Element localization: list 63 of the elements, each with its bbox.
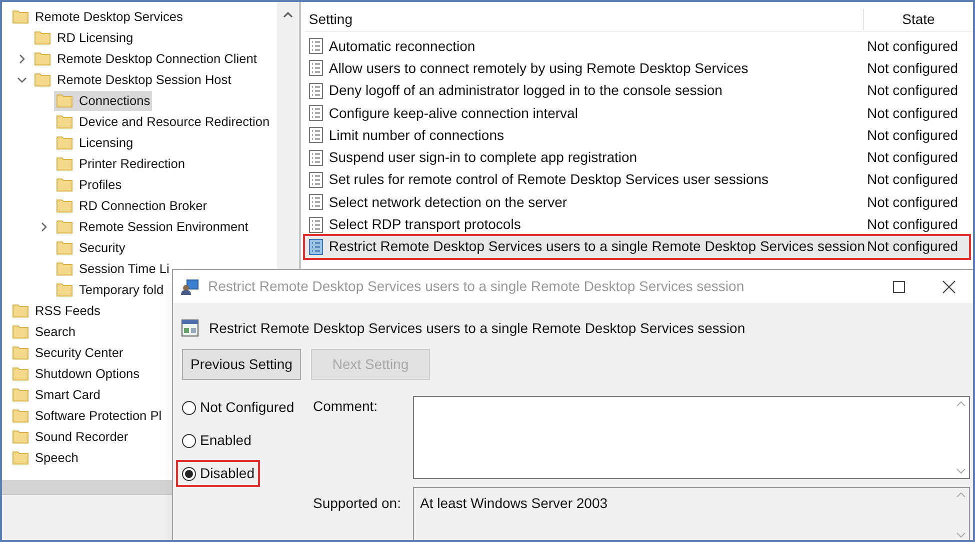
tree-item[interactable]: Shutdown Options <box>10 364 142 384</box>
setting-row[interactable]: Select network detection on the server Not configured <box>304 191 969 214</box>
tree-item[interactable]: Remote Desktop Services <box>10 6 185 26</box>
setting-name: Automatic reconnection <box>328 36 476 56</box>
setting-name: Allow users to connect remotely by using Remote Desktop Services <box>328 58 750 78</box>
dialog-title: Restrict Remote Desktop Services users to a single Remote Desktop Services session <box>208 277 746 296</box>
setting-state: Not configured <box>866 36 960 56</box>
radio-option[interactable]: Enabled <box>178 429 256 452</box>
setting-name: Select RDP transport protocols <box>328 215 522 234</box>
tree-item[interactable]: Licensing <box>54 132 136 152</box>
tree-item[interactable]: Remote Desktop Connection Client <box>32 48 259 68</box>
setting-row[interactable]: Set rules for remote control of Remote Desktop Services user sessions Not configured <box>304 168 969 192</box>
setting-row[interactable]: Suspend user sign-in to complete app registration Not configured <box>304 146 969 169</box>
setting-state: Not configured <box>866 148 960 168</box>
tree-item[interactable]: Remote Desktop Session Host <box>32 70 234 90</box>
setting-row[interactable]: Allow users to connect remotely by using Remote Desktop Services Not configured <box>304 57 969 80</box>
tree-item[interactable]: Printer Redirection <box>54 154 187 174</box>
setting-row[interactable]: Automatic reconnection Not configured <box>304 35 969 58</box>
setting-name: Select network detection on the server <box>328 192 568 212</box>
tree-item[interactable]: Remote Session Environment <box>54 216 250 236</box>
setting-name: Configure keep-alive connection interval <box>328 104 579 123</box>
tree-item[interactable]: Connections <box>54 90 152 110</box>
tree-item[interactable]: Sound Recorder <box>10 426 130 446</box>
setting-name: Suspend user sign-in to complete app registration <box>328 148 638 168</box>
policy-name: Restrict Remote Desktop Services users to a single Remote Desktop Services session <box>209 318 746 338</box>
setting-name: Restrict Remote Desktop Services users to a single Remote Desktop Services session <box>328 237 865 256</box>
setting-row[interactable]: Limit number of connections Not configured <box>304 124 969 146</box>
tree-item[interactable]: Profiles <box>54 174 124 194</box>
setting-state: Not configured <box>866 126 960 145</box>
tree-item[interactable]: RD Connection Broker <box>54 196 210 216</box>
setting-state: Not configured <box>866 237 960 256</box>
tree-item[interactable]: Speech <box>10 448 80 468</box>
tree-item[interactable]: Search <box>10 322 78 342</box>
setting-nav-button[interactable]: Previous Setting <box>182 349 301 380</box>
setting-row[interactable]: Deny logoff of an administrator logged in to the console session Not configured <box>304 80 969 102</box>
comment-label: Comment: <box>313 397 379 416</box>
column-header[interactable]: State <box>863 9 973 30</box>
tree-item[interactable]: RD Licensing <box>32 28 136 48</box>
radio-option[interactable]: Disabled <box>178 462 258 485</box>
radio-option[interactable]: Not Configured <box>178 396 298 419</box>
supported-on-value: At least Windows Server 2003 <box>419 494 609 513</box>
column-header[interactable]: Setting <box>304 9 863 30</box>
tree-item[interactable]: Security Center <box>10 342 126 362</box>
setting-row[interactable]: Select RDP transport protocols Not configured <box>304 213 969 236</box>
setting-row[interactable]: Configure keep-alive connection interval Not configured <box>304 102 969 124</box>
setting-state: Not configured <box>866 81 960 100</box>
setting-row[interactable]: Restrict Remote Desktop Services users to a single Remote Desktop Services session Not configured <box>304 236 969 258</box>
setting-state: Not configured <box>866 58 960 78</box>
setting-state: Not configured <box>866 104 960 123</box>
tree-item[interactable]: RSS Feeds <box>10 300 102 320</box>
setting-state: Not configured <box>866 170 960 190</box>
tree-item[interactable]: Session Time Li <box>54 258 172 278</box>
tree-item[interactable]: Device and Resource Redirection <box>54 112 272 132</box>
setting-state: Not configured <box>866 215 960 234</box>
setting-name: Limit number of connections <box>328 126 505 145</box>
tree-item[interactable]: Smart Card <box>10 384 102 404</box>
tree-item[interactable]: Software Protection Pl <box>10 406 164 426</box>
setting-state: Not configured <box>866 192 960 212</box>
setting-name: Deny logoff of an administrator logged in to the console session <box>328 81 724 100</box>
supported-on-label: Supported on: <box>313 494 402 513</box>
setting-name: Set rules for remote control of Remote Desktop Services user sessions <box>328 170 770 190</box>
tree-item[interactable]: Temporary fold <box>54 280 166 300</box>
tree-item[interactable]: Security <box>54 238 128 258</box>
